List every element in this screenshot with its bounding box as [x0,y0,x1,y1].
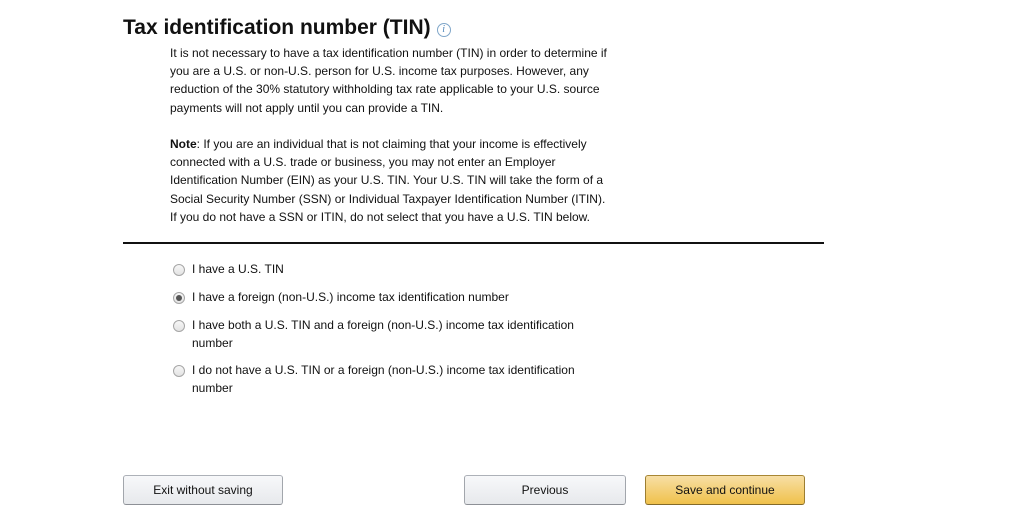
save-and-continue-button[interactable]: Save and continue [645,475,805,505]
radio-option-foreign-tin[interactable]: I have a foreign (non-U.S.) income tax i… [173,290,602,306]
section-title: Tax identification number (TIN) i [123,14,451,42]
radio-label-both-tin[interactable]: I have both a U.S. TIN and a foreign (no… [192,316,602,352]
radio-option-both-tin[interactable]: I have both a U.S. TIN and a foreign (no… [173,318,602,352]
radio-button-us-tin[interactable] [173,264,185,276]
note-paragraph: Note: If you are an individual that is n… [170,135,610,226]
previous-button[interactable]: Previous [464,475,626,505]
section-title-text: Tax identification number (TIN) [123,16,431,39]
radio-label-foreign-tin[interactable]: I have a foreign (non-U.S.) income tax i… [192,288,602,306]
radio-button-both-tin[interactable] [173,320,185,332]
radio-button-foreign-tin[interactable] [173,292,185,304]
note-text: : If you are an individual that is not c… [170,137,606,224]
radio-option-no-tin[interactable]: I do not have a U.S. TIN or a foreign (n… [173,363,602,397]
info-icon[interactable]: i [436,22,451,37]
intro-paragraph: It is not necessary to have a tax identi… [170,46,607,115]
exit-without-saving-button[interactable]: Exit without saving [123,475,283,505]
section-divider [123,242,824,244]
radio-label-no-tin[interactable]: I do not have a U.S. TIN or a foreign (n… [192,361,602,397]
radio-button-no-tin[interactable] [173,365,185,377]
note-label: Note [170,137,197,151]
radio-label-us-tin[interactable]: I have a U.S. TIN [192,260,602,278]
radio-option-us-tin[interactable]: I have a U.S. TIN [173,262,602,278]
